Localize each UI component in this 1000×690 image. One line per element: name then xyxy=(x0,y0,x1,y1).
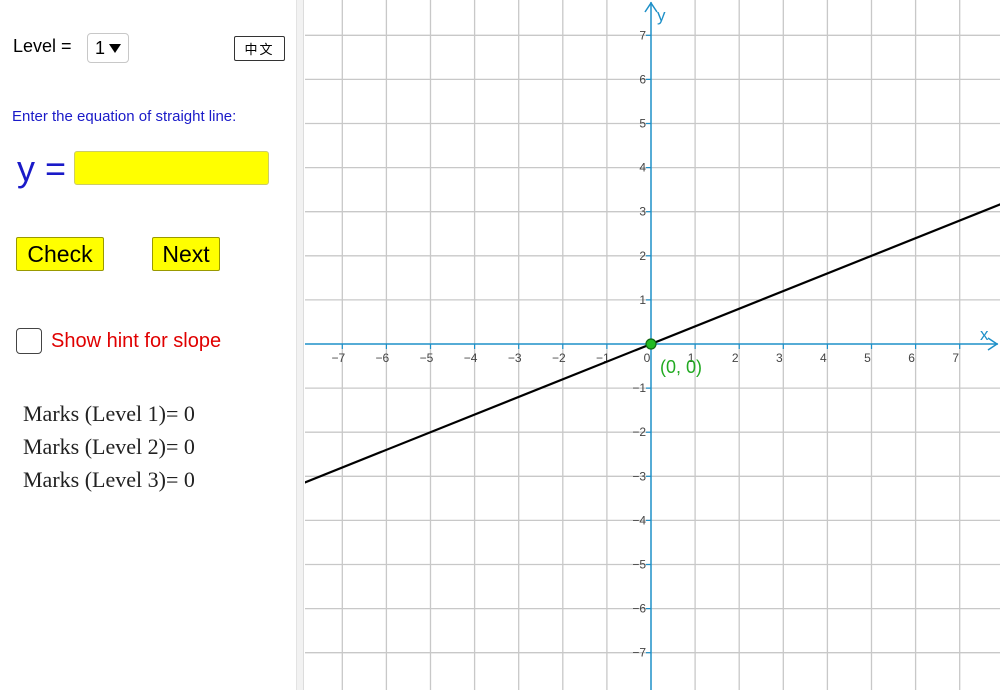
y-tick-label: −6 xyxy=(632,602,646,616)
y-tick-label: −2 xyxy=(632,425,646,439)
x-tick-label: −5 xyxy=(420,351,434,365)
y-tick-label: −3 xyxy=(632,469,646,483)
x-tick-label: 3 xyxy=(776,351,783,365)
level-select[interactable]: 1 xyxy=(87,33,129,63)
hint-checkbox[interactable] xyxy=(16,328,42,354)
y-tick-label: −4 xyxy=(632,513,646,527)
y-tick-label: 5 xyxy=(639,117,646,131)
hint-label: Show hint for slope xyxy=(51,330,222,352)
y-tick-label: 6 xyxy=(639,72,646,86)
control-panel: Level = 1 中文 Enter the equation of strai… xyxy=(0,0,296,690)
y-tick-label: −1 xyxy=(632,381,646,395)
x-tick-label: 2 xyxy=(732,351,739,365)
x-tick-label: 0 xyxy=(644,351,651,365)
caret-down-icon xyxy=(109,43,122,53)
origin-point[interactable] xyxy=(645,338,657,350)
y-tick-label: 4 xyxy=(639,161,646,175)
x-tick-label: 5 xyxy=(864,351,871,365)
x-tick-label: −6 xyxy=(376,351,390,365)
y-tick-label: 7 xyxy=(639,28,646,42)
y-tick-label: 1 xyxy=(639,293,646,307)
x-tick-label: 4 xyxy=(820,351,827,365)
x-axis-label: x xyxy=(980,325,989,344)
equation-input[interactable] xyxy=(74,151,269,185)
marks-level-1: Marks (Level 1)= 0 xyxy=(23,401,195,426)
check-button[interactable]: Check xyxy=(16,237,104,271)
y-tick-label: −5 xyxy=(632,558,646,572)
marks-level-3: Marks (Level 3)= 0 xyxy=(23,467,195,492)
graphics-view[interactable]: xy −7 −6 −5 −4 −3 −2 −1 0 1 2 3 4 5 6 7−7−6−5−4−3−2−11… xyxy=(305,0,1000,690)
x-tick-label: 7 xyxy=(952,351,959,365)
x-tick-label: −2 xyxy=(552,351,566,365)
language-button[interactable]: 中文 xyxy=(234,36,285,61)
y-tick-label: −7 xyxy=(632,646,646,660)
marks-level-2: Marks (Level 2)= 0 xyxy=(23,434,195,459)
y-tick-label: 2 xyxy=(639,249,646,263)
instruction-text: Enter the equation of straight line: xyxy=(12,108,237,125)
origin-point-label: (0, 0) xyxy=(660,357,702,377)
level-label: Level = xyxy=(13,36,72,56)
level-value: 1 xyxy=(95,37,106,58)
y-equals-label: y = xyxy=(17,148,67,189)
y-axis-label: y xyxy=(657,6,666,25)
y-tick-label: 3 xyxy=(639,205,646,219)
panel-divider[interactable] xyxy=(296,0,304,690)
x-tick-label: −3 xyxy=(508,351,522,365)
next-button[interactable]: Next xyxy=(152,237,220,271)
x-tick-label: 6 xyxy=(908,351,915,365)
x-tick-label: −4 xyxy=(464,351,478,365)
x-tick-label: −7 xyxy=(331,351,345,365)
